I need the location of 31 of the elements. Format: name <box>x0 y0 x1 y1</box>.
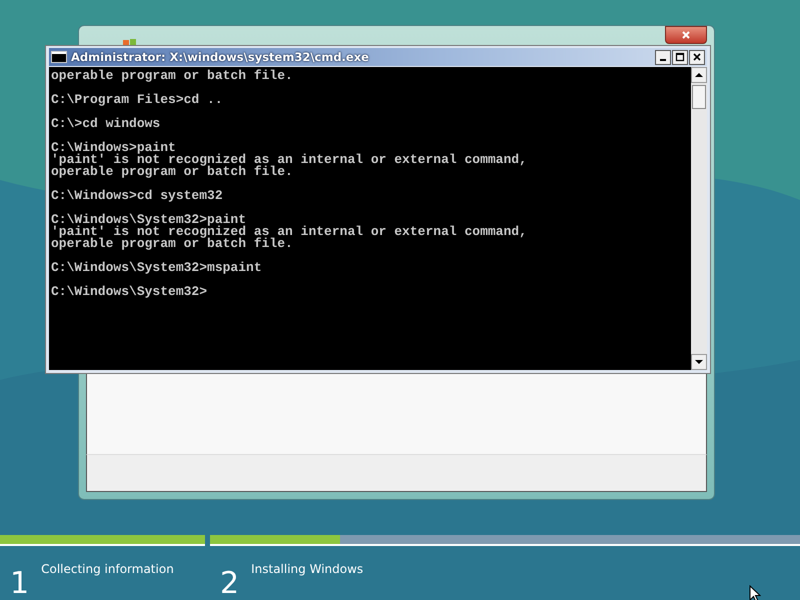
mouse-pointer-icon <box>749 585 761 600</box>
console-icon <box>51 51 67 63</box>
step-number: 1 <box>10 568 30 600</box>
minimize-button[interactable] <box>655 50 671 64</box>
console-line: C:\Windows\System32> <box>51 286 208 298</box>
console-line: C:\Windows>cd system32 <box>51 190 223 202</box>
scrollbar[interactable] <box>691 67 707 370</box>
console-line: C:\Windows>paint <box>51 142 176 154</box>
minimize-icon <box>660 59 666 61</box>
close-icon <box>681 30 691 40</box>
console-line: operable program or batch file. <box>51 166 293 178</box>
console-line: C:\Windows\System32>mspaint <box>51 262 262 274</box>
scroll-thumb[interactable] <box>692 85 706 109</box>
close-button[interactable] <box>689 50 705 64</box>
console-line: C:\Windows\System32>paint <box>51 214 246 226</box>
scroll-down-icon[interactable] <box>691 354 707 370</box>
close-icon <box>692 52 702 62</box>
close-button[interactable] <box>665 26 707 44</box>
step-label: Collecting information <box>41 562 174 576</box>
console-line: operable program or batch file. <box>51 70 293 82</box>
window-title: Administrator: X:\windows\system32\cmd.exe <box>71 50 369 64</box>
console-line: operable program or batch file. <box>51 238 293 250</box>
maximize-button[interactable] <box>672 50 688 64</box>
scroll-up-icon[interactable] <box>691 67 707 83</box>
console-line: C:\Program Files>cd .. <box>51 94 223 106</box>
step-label: Installing Windows <box>251 562 364 576</box>
step-number: 2 <box>220 568 240 600</box>
console-line: C:\>cd windows <box>51 118 160 130</box>
console-line: 'paint' is not recognized as an internal or external command, <box>51 154 527 166</box>
console-line: 'paint' is not recognized as an internal or external command, <box>51 226 527 238</box>
maximize-icon <box>675 52 685 62</box>
